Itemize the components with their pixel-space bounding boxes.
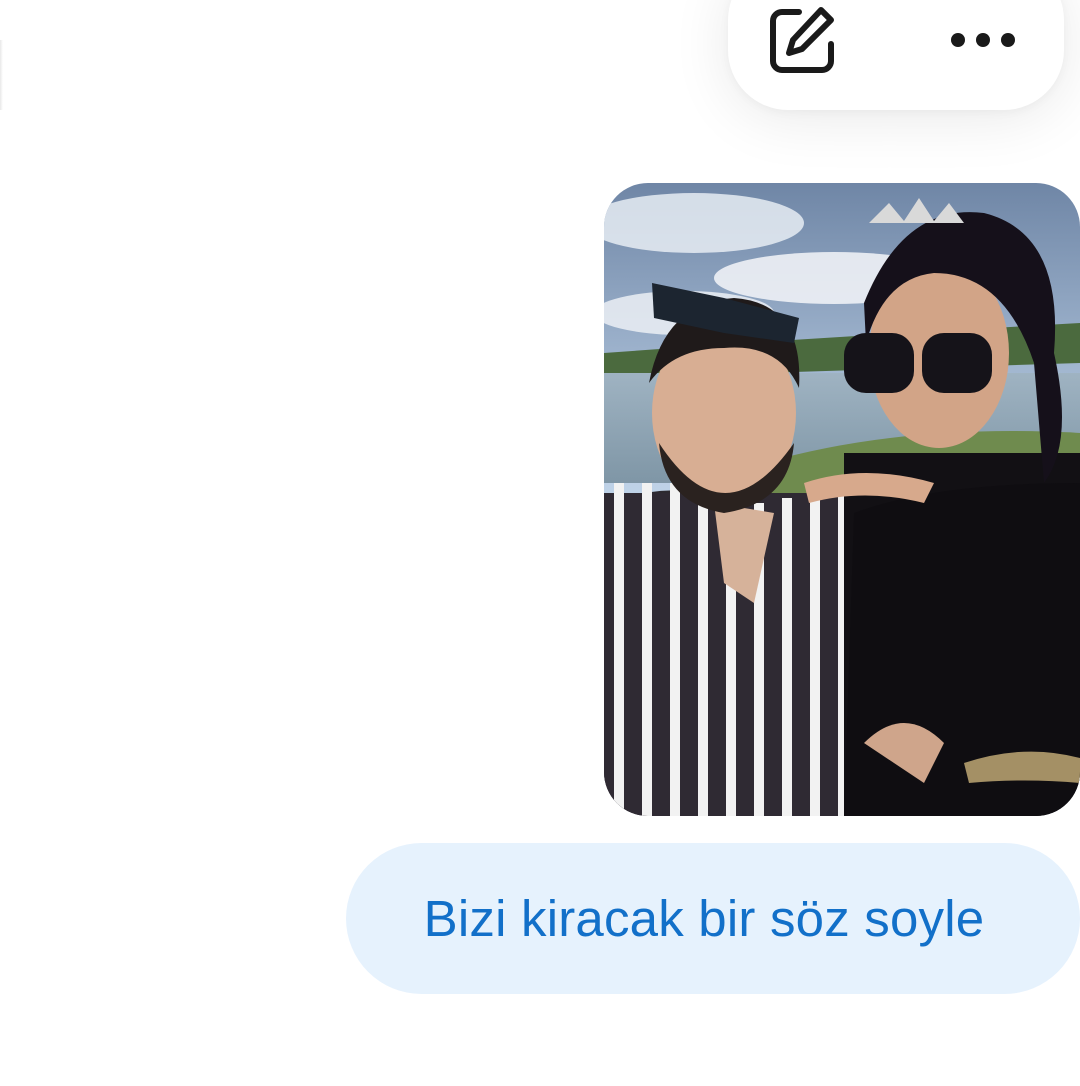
message-text: Bizi kiracak bir söz soyle xyxy=(423,890,985,947)
edit-pencil-icon xyxy=(770,7,834,73)
text-message-bubble[interactable]: Bizi kiracak bir söz soyle xyxy=(346,843,1080,994)
chat-screen: Bizi kiracak bir söz soyle xyxy=(0,0,1080,1086)
photo-message[interactable] xyxy=(604,183,1080,816)
side-panel-edge xyxy=(0,40,3,110)
couple-photo xyxy=(604,183,1080,816)
more-options-button[interactable] xyxy=(933,0,1033,80)
edit-button[interactable] xyxy=(758,0,848,80)
more-dots-icon xyxy=(951,33,1015,47)
message-toolbar xyxy=(728,0,1064,110)
